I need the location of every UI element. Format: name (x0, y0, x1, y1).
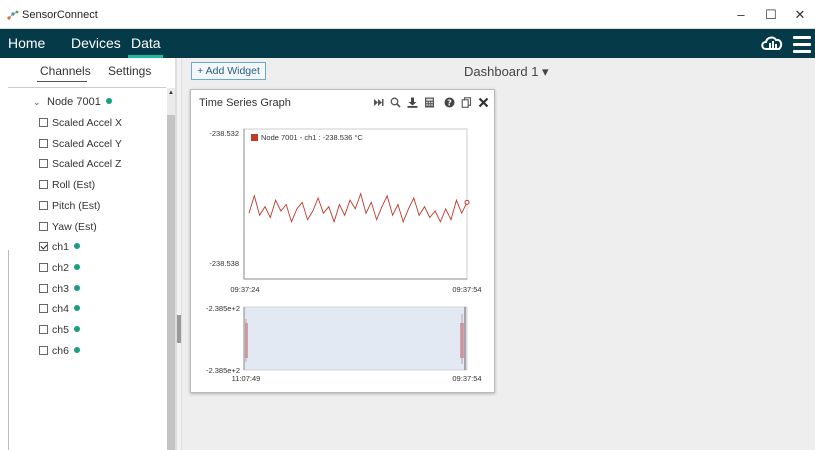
status-dot (73, 326, 80, 332)
status-dot (73, 243, 80, 250)
window-title: SensorConnect (22, 9, 98, 21)
x-tick-label: 09:37:54 (452, 285, 481, 294)
top-navbar: Home Devices Data (0, 29, 815, 58)
checkbox[interactable] (39, 118, 48, 127)
channel-label: ch6 (52, 344, 69, 357)
channels-sidebar: Channels Settings ⌄ Node 7001 Scaled Acce… (0, 58, 176, 450)
checkbox[interactable] (39, 200, 48, 210)
sidebar-edge-line (8, 250, 9, 450)
overview-y-tick-label: -2.385e+2 (206, 304, 240, 313)
checkbox-checked[interactable] (39, 242, 48, 252)
channel-item[interactable]: Yaw (Est) (39, 220, 97, 234)
checkbox[interactable] (39, 159, 48, 169)
add-widget-button[interactable]: + Add Widget (191, 62, 266, 80)
nav-home[interactable]: Home (8, 35, 45, 51)
status-dot (73, 305, 80, 312)
channel-item[interactable]: ch4 (39, 302, 80, 316)
status-dot (105, 98, 112, 104)
nav-data[interactable]: Data (131, 35, 161, 51)
channel-item[interactable]: Scaled Accel Y (39, 137, 122, 151)
node-tree-item[interactable]: ⌄ Node 7001 (33, 96, 112, 108)
overview-area[interactable] (243, 306, 468, 371)
checkbox[interactable] (39, 283, 48, 293)
maximize-button[interactable]: ☐ (756, 4, 786, 26)
channel-label: ch4 (52, 303, 69, 316)
channel-label: Yaw (Est) (52, 220, 97, 233)
channel-label: Pitch (Est) (52, 199, 101, 212)
overview-series-left (245, 319, 248, 362)
channel-label: Roll (Est) (52, 179, 96, 192)
y-tick-label: -238.538 (209, 259, 239, 268)
close-window-button[interactable]: ✕ (785, 4, 815, 26)
chevron-down-icon[interactable]: ⌄ (33, 97, 41, 108)
channel-item[interactable]: Scaled Accel X (39, 116, 122, 130)
time-series-widget: Time Series Graph ? Node 7001 - ch1 : -2… (190, 89, 495, 393)
channel-label: ch2 (52, 261, 69, 274)
splitter-grip[interactable] (177, 315, 181, 343)
channel-item[interactable]: Pitch (Est) (39, 199, 100, 213)
scrollbar-thumb[interactable] (167, 115, 175, 450)
time-series-chart[interactable]: Node 7001 - ch1 : -238.536 °C -238.532 -… (191, 90, 496, 394)
nav-devices[interactable]: Devices (71, 35, 121, 51)
channel-item[interactable]: Scaled Accel Z (39, 157, 121, 171)
status-dot (73, 263, 80, 270)
channel-label: ch5 (52, 324, 69, 336)
tab-active-indicator (37, 81, 87, 82)
hamburger-menu-icon[interactable] (793, 36, 811, 57)
checkbox[interactable] (39, 221, 48, 231)
minimize-button[interactable]: – (726, 4, 756, 26)
channel-label: ch1 (52, 241, 69, 254)
checkbox[interactable] (39, 262, 48, 272)
checkbox[interactable] (39, 180, 48, 190)
status-dot (73, 346, 80, 353)
channel-label: Scaled Accel Z (52, 158, 122, 171)
scroll-up-arrow-icon[interactable]: ▲ (167, 88, 175, 98)
channel-label: Scaled Accel X (52, 117, 123, 129)
sidebar-scrollbar[interactable]: ▲ (167, 88, 175, 450)
last-point-marker[interactable] (464, 199, 470, 205)
channel-label: Scaled Accel Y (52, 137, 122, 150)
channel-label: ch3 (52, 282, 69, 295)
y-tick-label: -238.532 (209, 129, 239, 138)
channel-item[interactable]: ch1 (39, 240, 80, 254)
legend-swatch (251, 134, 258, 141)
sensorconnect-logo-icon (7, 10, 19, 20)
overview-x-tick-label: 09:37:54 (452, 374, 481, 383)
checkbox[interactable] (39, 345, 48, 355)
channel-item[interactable]: ch3 (39, 282, 80, 296)
sidebar-divider (8, 87, 166, 88)
channel-item[interactable]: ch2 (39, 261, 80, 275)
node-label: Node 7001 (47, 96, 101, 108)
x-tick-label: 09:37:24 (230, 285, 259, 294)
channel-item[interactable]: ch5 (39, 323, 80, 337)
checkbox[interactable] (39, 138, 48, 148)
tab-channels[interactable]: Channels (40, 64, 91, 78)
cloud-icon[interactable] (759, 32, 785, 54)
channel-item[interactable]: Roll (Est) (39, 178, 95, 192)
legend-label: Node 7001 - ch1 : -238.536 °C (261, 133, 363, 142)
window-titlebar: SensorConnect – ☐ ✕ (0, 0, 815, 29)
tab-settings[interactable]: Settings (108, 64, 151, 78)
overview-x-tick-label: 11:07:49 (232, 374, 261, 383)
checkbox[interactable] (39, 325, 48, 334)
dashboard-selector[interactable]: Dashboard 1 ▾ (464, 64, 549, 80)
status-dot (73, 284, 80, 291)
checkbox[interactable] (39, 304, 48, 314)
channel-item[interactable]: ch6 (39, 344, 80, 358)
